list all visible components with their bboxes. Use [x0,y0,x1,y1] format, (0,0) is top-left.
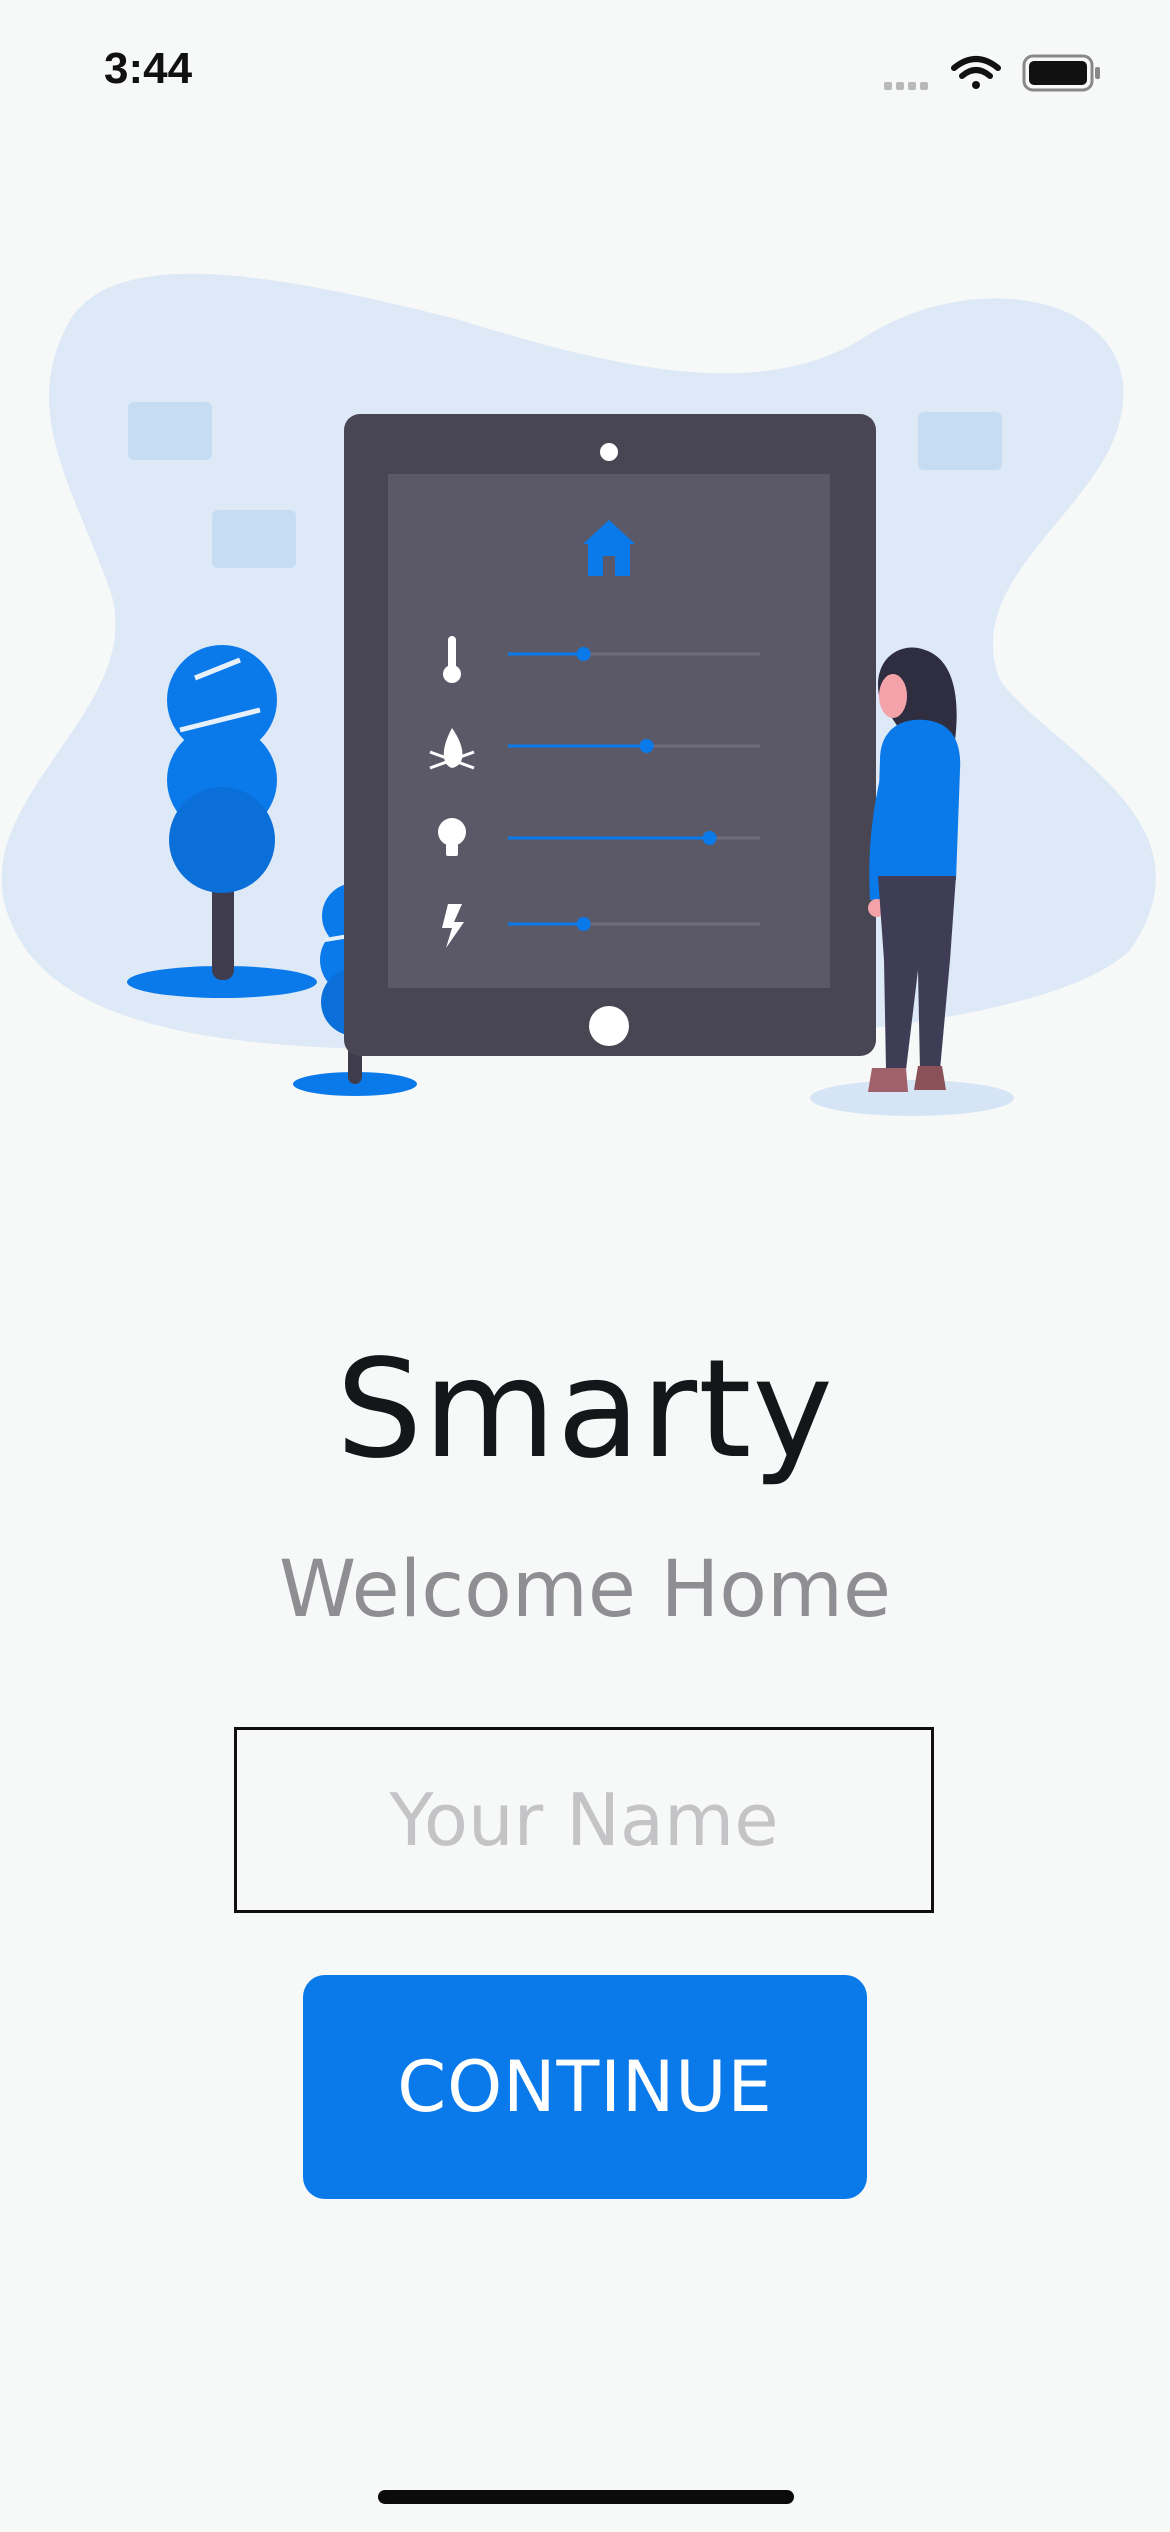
slider-knob [702,831,717,845]
app-title: Smarty [336,1331,834,1489]
slider-knob [576,647,591,661]
wifi-icon [951,56,1001,89]
decor-square [212,510,296,568]
status-icons [884,54,1100,92]
smart-home-illustration [1,273,1156,1116]
home-indicator[interactable] [378,2490,794,2504]
tablet [344,414,876,1056]
ground-shadow [810,1080,1014,1116]
decor-square [128,402,212,460]
cellular-signal-icon [884,82,928,90]
status-bar: 3:44 [0,0,1170,150]
status-time: 3:44 [104,44,193,93]
battery-icon [1022,54,1100,92]
slider-knob [576,917,591,931]
name-input[interactable] [234,1727,934,1913]
continue-button[interactable]: CONTINUE [303,1975,867,2199]
app-subtitle: Welcome Home [279,1545,891,1635]
decor-square [918,412,1002,470]
slider-knob [639,739,654,753]
